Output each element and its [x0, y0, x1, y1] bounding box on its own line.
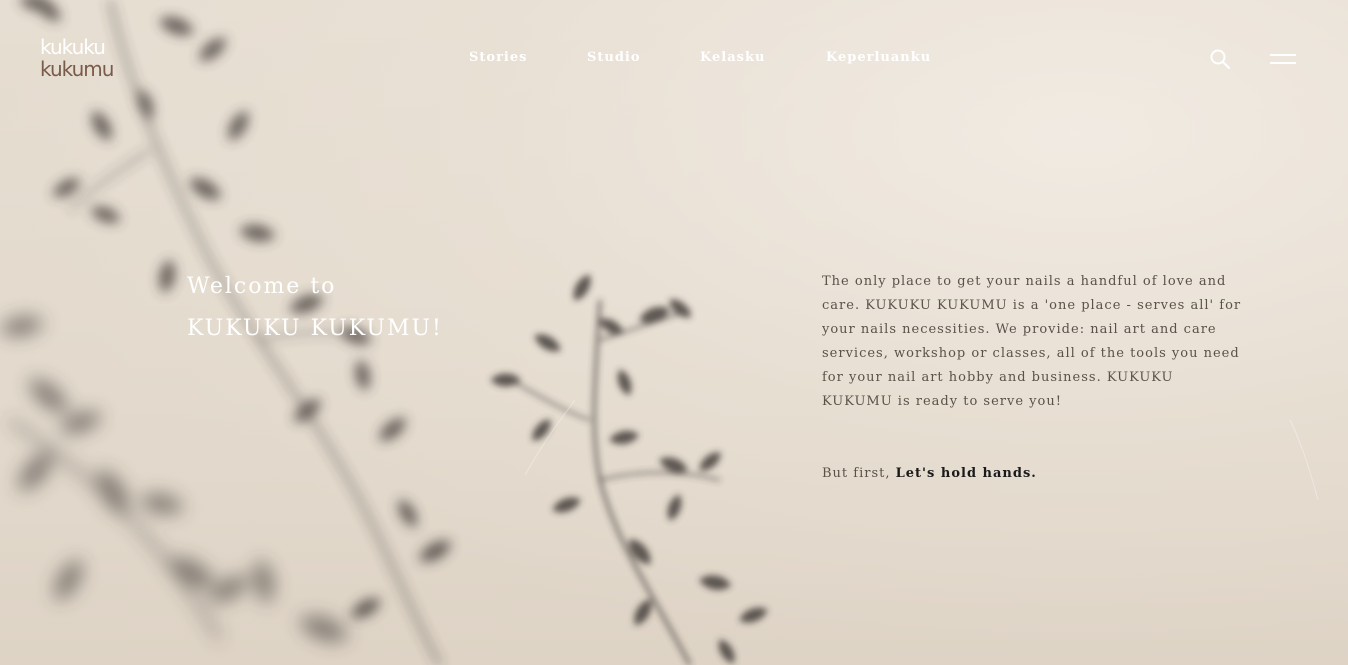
brand-logo-mark: kukuku kukumu	[40, 35, 114, 81]
logo-text-line1: kukuku	[40, 36, 105, 59]
welcome-line1: Welcome to	[187, 274, 337, 299]
cta-prefix: But first,	[822, 466, 896, 481]
brand-logo[interactable]: kukuku kukumu	[40, 35, 120, 82]
search-icon	[1210, 49, 1231, 70]
menu-button[interactable]	[1270, 52, 1296, 66]
hero-cta: But first, Let's hold hands.	[822, 462, 1037, 486]
hero-intro-text: The only place to get your nails a handf…	[822, 274, 1242, 409]
hero-heading: Welcome to KUKUKU KUKUMU!	[187, 266, 443, 350]
nav-item-studio[interactable]: Studio	[587, 50, 641, 65]
nav-item-kelasku[interactable]: Kelasku	[700, 50, 765, 65]
nav-item-keperluanku[interactable]: Keperluanku	[826, 50, 931, 65]
logo-text-line2: kukumu	[40, 57, 113, 81]
search-button[interactable]	[1208, 47, 1232, 71]
cta-link-hold-hands[interactable]: Let's hold hands.	[896, 466, 1037, 481]
nav-item-stories[interactable]: Stories	[469, 50, 527, 65]
welcome-line2: KUKUKU KUKUMU!	[187, 316, 443, 341]
